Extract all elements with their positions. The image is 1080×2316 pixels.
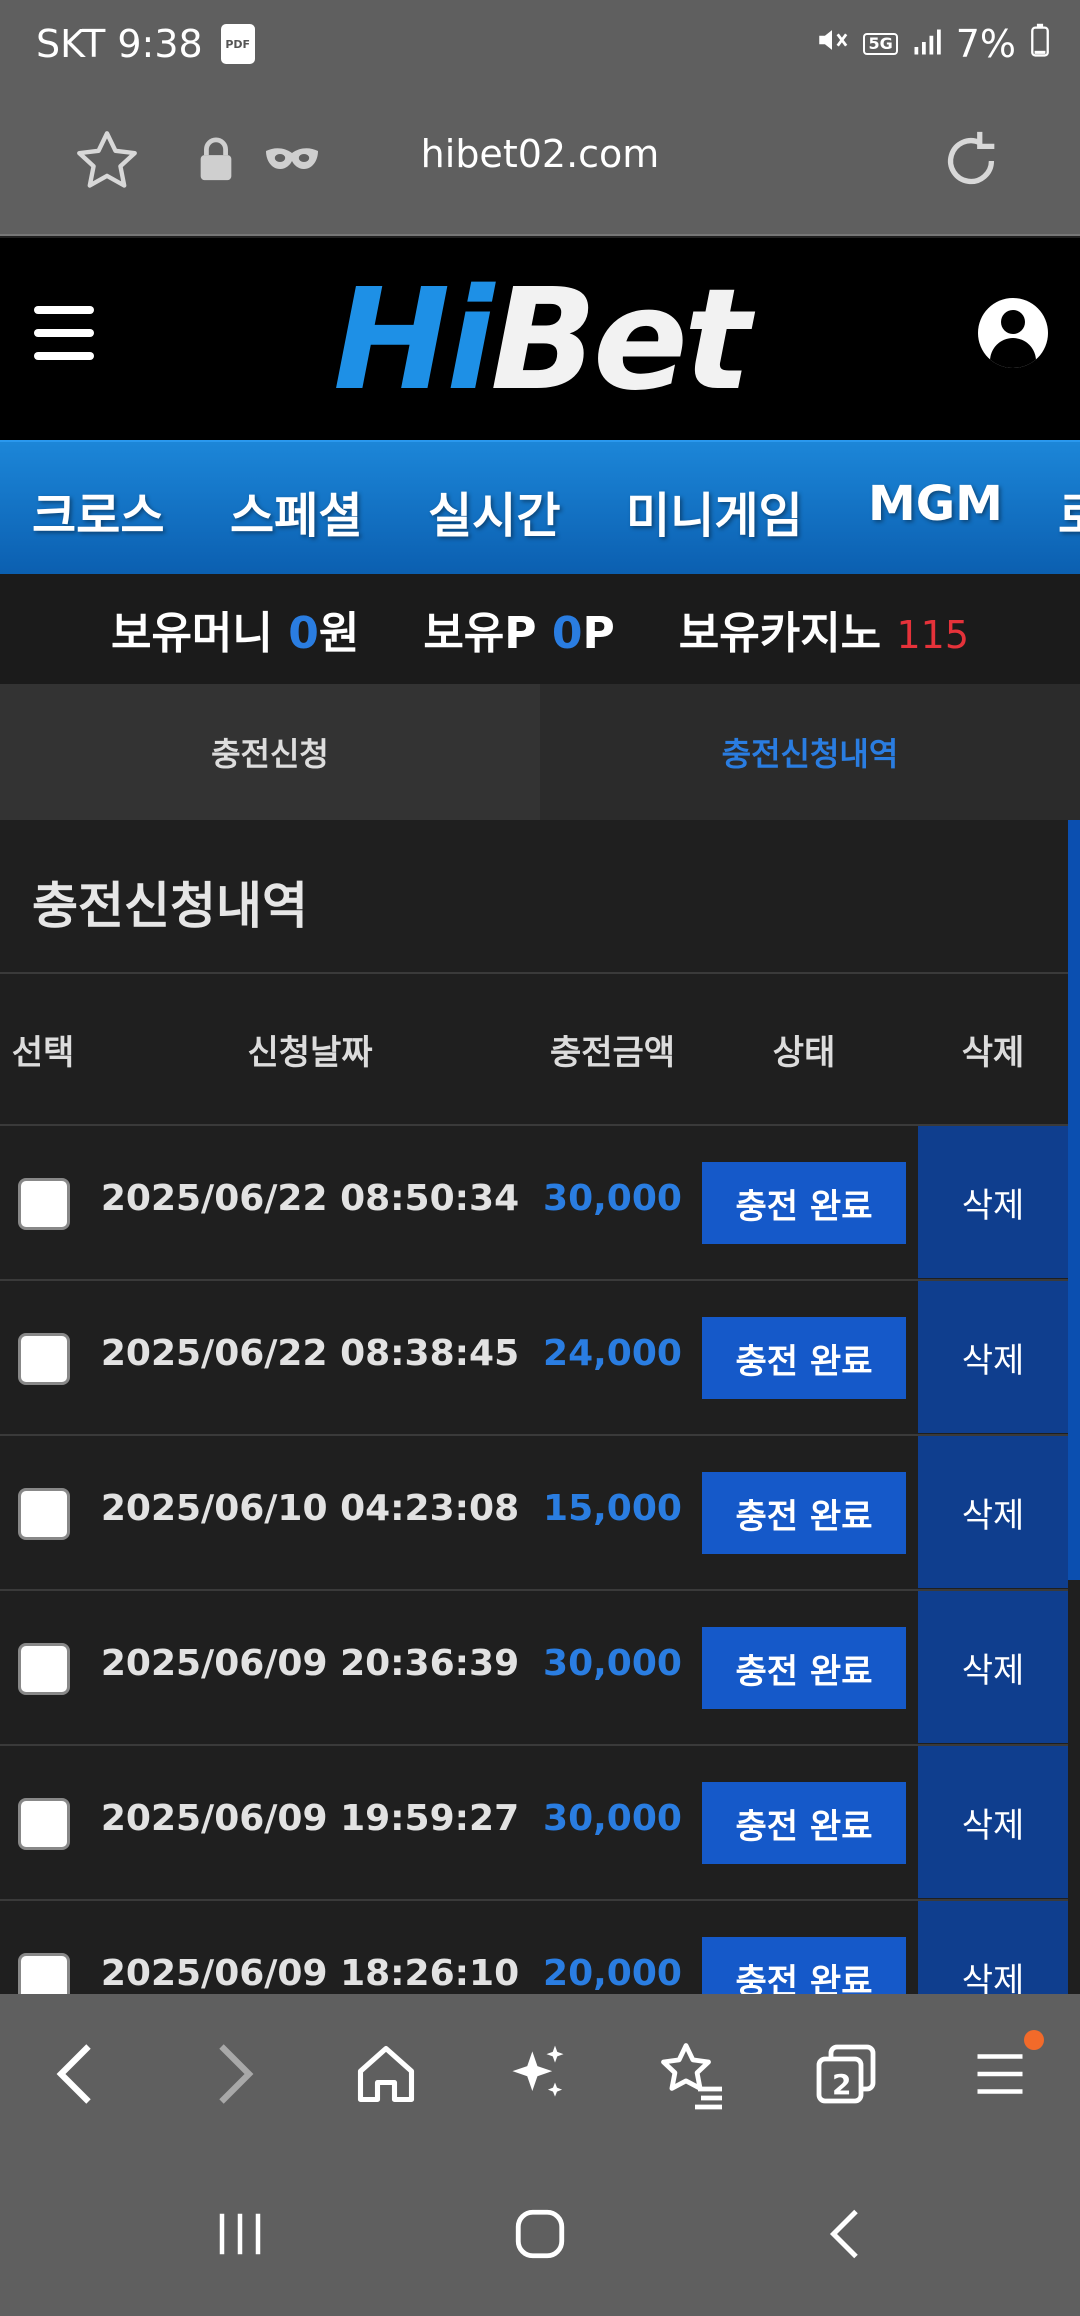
home-button-icon[interactable] <box>490 2194 590 2274</box>
delete-button[interactable]: 삭제 <box>918 1591 1068 1743</box>
scrollbar[interactable] <box>1068 820 1080 1580</box>
table-row: 2025/06/22 08:38:45 24,000 충전 완료 삭제 <box>0 1279 1068 1434</box>
row-date: 2025/06/10 04:23:08 <box>100 1488 520 1529</box>
forward-icon[interactable] <box>184 2024 284 2124</box>
browser-menu-icon[interactable] <box>950 2024 1050 2124</box>
row-date: 2025/06/09 19:59:27 <box>100 1798 520 1839</box>
page-title: 충전신청내역 <box>32 877 308 935</box>
balance-bar: 보유머니 0원 보유P 0P 보유카지노 115 <box>0 574 1080 684</box>
table-row: 2025/06/10 04:23:08 15,000 충전 완료 삭제 <box>0 1434 1068 1589</box>
col-header-delete: 삭제 <box>961 1033 1025 1073</box>
bookmarks-icon[interactable] <box>642 2024 742 2124</box>
row-checkbox[interactable] <box>18 1798 70 1850</box>
delete-button[interactable]: 삭제 <box>918 1436 1068 1588</box>
table-row: 2025/06/22 08:50:34 30,000 충전 완료 삭제 <box>0 1124 1068 1279</box>
network-5g-icon: 5G <box>863 33 898 55</box>
site-header: HiBet <box>0 238 1080 440</box>
delete-button[interactable]: 삭제 <box>918 1126 1068 1278</box>
col-header-date: 신청날짜 <box>247 1033 373 1073</box>
mute-icon <box>815 22 849 66</box>
home-icon[interactable] <box>336 2024 436 2124</box>
table-row: 2025/06/09 19:59:27 30,000 충전 완료 삭제 <box>0 1744 1068 1899</box>
system-back-icon[interactable] <box>796 2194 896 2274</box>
status-badge: 충전 완료 <box>702 1472 906 1554</box>
col-header-status: 상태 <box>772 1033 836 1073</box>
browser-toolbar: 2 <box>0 1994 1080 2154</box>
row-amount: 15,000 <box>543 1488 682 1529</box>
category-nav: 크로스 스페셜 실시간 미니게임 MGM 로 <box>0 440 1080 574</box>
battery-icon <box>1030 22 1050 66</box>
reload-icon[interactable] <box>936 126 1006 200</box>
row-amount: 24,000 <box>543 1333 682 1374</box>
status-badge: 충전 완료 <box>702 1627 906 1709</box>
casino-balance: 보유카지노 115 <box>678 608 970 659</box>
notification-dot <box>1024 2030 1044 2050</box>
col-header-select: 선택 <box>11 1033 75 1073</box>
row-amount: 30,000 <box>543 1798 682 1839</box>
row-checkbox[interactable] <box>18 1488 70 1540</box>
battery-percent: 7% <box>955 22 1016 66</box>
tabs-icon[interactable]: 2 <box>796 2024 896 2124</box>
user-account-icon[interactable] <box>978 298 1048 368</box>
recent-apps-icon[interactable] <box>190 2194 290 2274</box>
table-row: 2025/06/09 20:36:39 30,000 충전 완료 삭제 <box>0 1589 1068 1744</box>
nav-minigame[interactable]: 미니게임 <box>626 476 803 546</box>
nav-mgm[interactable]: MGM <box>868 476 1003 532</box>
status-bar: SKT 9:38 PDF 5G 7% <box>0 0 1080 96</box>
delete-button[interactable]: 삭제 <box>918 1281 1068 1433</box>
tab-deposit-request[interactable]: 충전신청 <box>0 684 540 820</box>
nav-live[interactable]: 실시간 <box>428 476 560 546</box>
row-amount: 30,000 <box>543 1643 682 1684</box>
ai-sparkle-icon[interactable] <box>488 2024 588 2124</box>
status-badge: 충전 완료 <box>702 1317 906 1399</box>
row-checkbox[interactable] <box>18 1178 70 1230</box>
deposit-tabs: 충전신청 충전신청내역 <box>0 684 1080 820</box>
tab-deposit-history[interactable]: 충전신청내역 <box>540 684 1080 820</box>
hibet-logo[interactable]: HiBet <box>0 266 1080 416</box>
back-icon[interactable] <box>26 2024 126 2124</box>
pdf-icon: PDF <box>220 24 255 64</box>
row-amount: 20,000 <box>543 1953 682 1994</box>
status-badge: 충전 완료 <box>702 1782 906 1864</box>
row-checkbox[interactable] <box>18 1333 70 1385</box>
point-balance: 보유P 0P <box>423 608 615 659</box>
tab-count: 2 <box>832 2068 852 2101</box>
system-nav-bar <box>0 2154 1080 2316</box>
nav-more[interactable]: 로 <box>1058 476 1080 546</box>
col-header-amount: 충전금액 <box>549 1033 676 1073</box>
row-checkbox[interactable] <box>18 1643 70 1695</box>
money-balance: 보유머니 0원 <box>110 608 360 659</box>
url-field[interactable]: hibet02.com <box>0 132 1080 176</box>
row-amount: 30,000 <box>543 1178 682 1219</box>
divider <box>0 972 1068 974</box>
nav-cross[interactable]: 크로스 <box>32 476 164 546</box>
row-date: 2025/06/22 08:38:45 <box>100 1333 520 1374</box>
nav-special[interactable]: 스페셜 <box>230 476 362 546</box>
row-date: 2025/06/22 08:50:34 <box>100 1178 520 1219</box>
carrier-time: SKT 9:38 <box>36 22 203 66</box>
row-date: 2025/06/09 20:36:39 <box>100 1643 520 1684</box>
row-date: 2025/06/09 18:26:10 <box>100 1953 520 1994</box>
status-badge: 충전 완료 <box>702 1162 906 1244</box>
signal-icon <box>912 22 942 66</box>
address-bar: hibet02.com <box>0 96 1080 236</box>
delete-button[interactable]: 삭제 <box>918 1746 1068 1898</box>
